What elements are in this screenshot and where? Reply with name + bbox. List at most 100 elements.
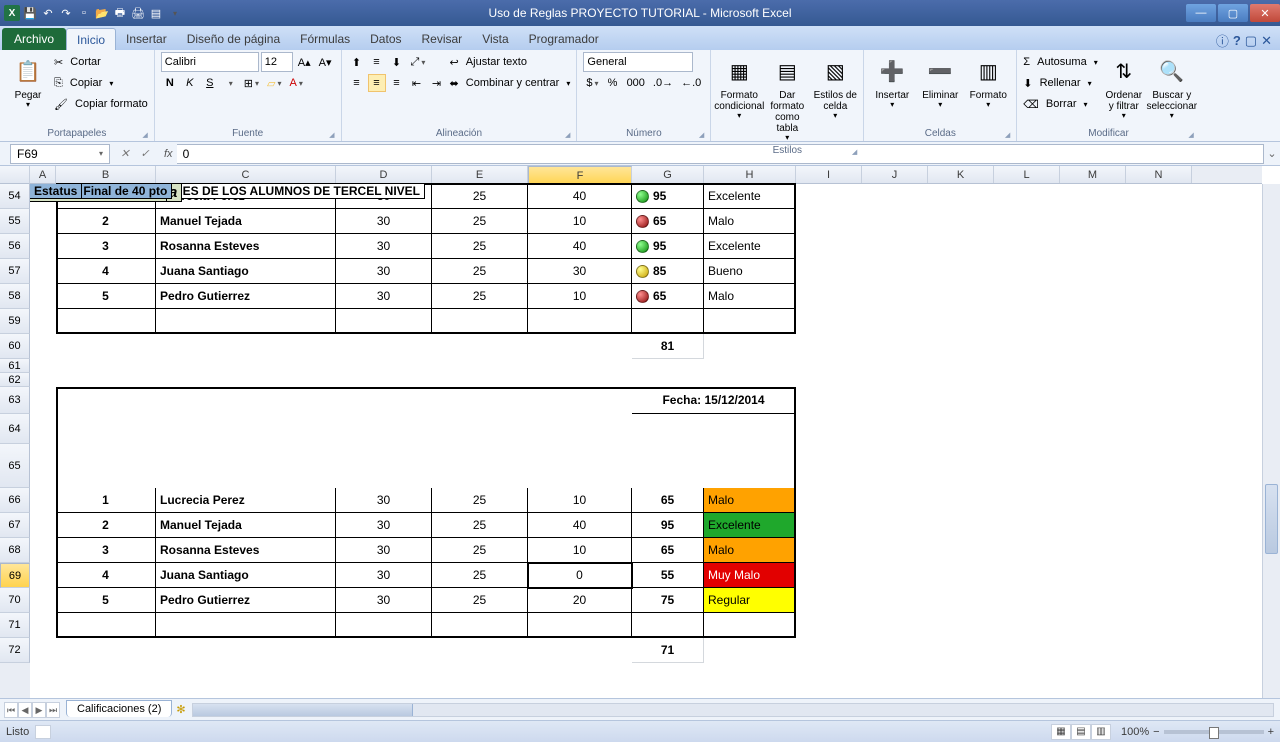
align-top-icon[interactable]: ⬆: [348, 53, 366, 71]
cell-styles-button[interactable]: ▧Estilos de celda▾: [813, 52, 857, 121]
table-cell[interactable]: 10: [528, 284, 632, 309]
table-cell[interactable]: [704, 309, 796, 334]
table-cell[interactable]: 85: [632, 259, 704, 284]
help-icon[interactable]: ?: [1233, 33, 1241, 48]
table-cell[interactable]: Excelente: [704, 234, 796, 259]
col-header-K[interactable]: K: [928, 166, 994, 183]
table-cell[interactable]: 2: [56, 209, 156, 234]
increase-indent-icon[interactable]: ⇥: [428, 74, 446, 92]
open-icon[interactable]: 📂: [94, 5, 110, 21]
wrap-text-button[interactable]: ↩ Ajustar texto: [450, 52, 571, 72]
table-cell[interactable]: 95: [632, 184, 704, 209]
align-center-icon[interactable]: ≡: [368, 74, 386, 92]
font-name-select[interactable]: [161, 52, 259, 72]
insert-cells-button[interactable]: ➕Insertar▾: [870, 52, 914, 110]
table-cell[interactable]: 65: [632, 488, 704, 513]
minimize-button[interactable]: —: [1186, 4, 1216, 22]
row-header-54[interactable]: 54: [0, 184, 30, 209]
copy-button[interactable]: ⎘ Copiar ▾: [54, 73, 148, 93]
macro-record-icon[interactable]: [35, 725, 51, 739]
minimize-ribbon-icon[interactable]: ⓘ: [1216, 31, 1229, 50]
table-cell[interactable]: 10: [528, 488, 632, 513]
total-avg[interactable]: 71: [632, 638, 704, 663]
table-cell[interactable]: 40: [528, 234, 632, 259]
redo-icon[interactable]: ↷: [58, 5, 74, 21]
table-cell[interactable]: 25: [432, 588, 528, 613]
maximize-button[interactable]: ▢: [1218, 4, 1248, 22]
table-cell[interactable]: Malo: [704, 284, 796, 309]
table-cell[interactable]: Rosanna Esteves: [156, 538, 336, 563]
close-workbook-icon[interactable]: ✕: [1261, 33, 1272, 49]
comma-icon[interactable]: 000: [624, 74, 648, 92]
column-headers[interactable]: ABCDEFGHIJKLMN: [30, 166, 1262, 184]
tab-programador[interactable]: Programador: [519, 28, 609, 50]
table-cell[interactable]: 25: [432, 563, 528, 588]
total-avg[interactable]: 81: [632, 334, 704, 359]
table-cell[interactable]: [432, 613, 528, 638]
table-cell[interactable]: 40: [528, 184, 632, 209]
table-cell[interactable]: 3: [56, 234, 156, 259]
table-cell[interactable]: [704, 613, 796, 638]
row-header-67[interactable]: 67: [0, 513, 30, 538]
table-cell[interactable]: [528, 613, 632, 638]
qat-customize-icon[interactable]: [166, 5, 182, 21]
col-header-D[interactable]: D: [336, 166, 432, 183]
row-header-57[interactable]: 57: [0, 259, 30, 284]
col-header-M[interactable]: M: [1060, 166, 1126, 183]
row-header-59[interactable]: 59: [0, 309, 30, 334]
percent-icon[interactable]: %: [604, 74, 622, 92]
next-sheet-icon[interactable]: ▶: [32, 702, 46, 718]
table-date[interactable]: Fecha: 15/12/2014: [632, 387, 796, 414]
row-header-55[interactable]: 55: [0, 209, 30, 234]
col-header-L[interactable]: L: [994, 166, 1060, 183]
row-header-58[interactable]: 58: [0, 284, 30, 309]
close-button[interactable]: ✕: [1250, 4, 1280, 22]
table-cell[interactable]: 25: [432, 184, 528, 209]
print-preview-icon[interactable]: 🖶: [112, 5, 128, 21]
orientation-icon[interactable]: ⤢: [408, 53, 429, 71]
table-cell[interactable]: Pedro Gutierrez: [156, 284, 336, 309]
quick-print-icon[interactable]: 🖨: [130, 5, 146, 21]
table-cell[interactable]: 10: [528, 209, 632, 234]
spreadsheet-grid[interactable]: ABCDEFGHIJKLMN 5455565758596061626364656…: [0, 166, 1280, 698]
table-cell[interactable]: 2: [56, 513, 156, 538]
font-size-select[interactable]: [261, 52, 293, 72]
page-layout-view-icon[interactable]: ▤: [1071, 724, 1091, 740]
bold-button[interactable]: N: [161, 74, 179, 92]
normal-view-icon[interactable]: ▦: [1051, 724, 1071, 740]
merge-center-button[interactable]: ⬌ Combinar y centrar ▾: [450, 73, 571, 93]
table-cell[interactable]: Manuel Tejada: [156, 209, 336, 234]
table-cell[interactable]: 40: [528, 513, 632, 538]
autosum-button[interactable]: Σ Autosuma ▾: [1023, 52, 1097, 72]
table-cell[interactable]: [632, 613, 704, 638]
table-cell[interactable]: Malo: [704, 209, 796, 234]
row-header-56[interactable]: 56: [0, 234, 30, 259]
table-cell[interactable]: 10: [528, 538, 632, 563]
first-sheet-icon[interactable]: ⏮: [4, 702, 18, 718]
scroll-thumb[interactable]: [1265, 484, 1278, 554]
row-header-71[interactable]: 71: [0, 613, 30, 638]
tab-insertar[interactable]: Insertar: [116, 28, 177, 50]
table-cell[interactable]: 25: [432, 284, 528, 309]
clear-button[interactable]: ⌫ Borrar ▾: [1023, 94, 1097, 114]
align-middle-icon[interactable]: ≡: [368, 53, 386, 71]
row-header-61[interactable]: 61: [0, 359, 30, 373]
row-header-68[interactable]: 68: [0, 538, 30, 563]
border-button[interactable]: ⊞: [241, 74, 262, 92]
table-cell[interactable]: 30: [336, 284, 432, 309]
table-cell[interactable]: [632, 309, 704, 334]
table-cell[interactable]: 30: [336, 209, 432, 234]
table-cell[interactable]: Lucrecia Perez: [156, 488, 336, 513]
fill-color-button[interactable]: ▱: [264, 74, 284, 92]
row-header-66[interactable]: 66: [0, 488, 30, 513]
table-cell[interactable]: Bueno: [704, 259, 796, 284]
table-cell[interactable]: 75: [632, 588, 704, 613]
format-table-button[interactable]: ▤Dar formato como tabla▾: [765, 52, 809, 143]
tab-formulas[interactable]: Fórmulas: [290, 28, 360, 50]
save-icon[interactable]: 💾: [22, 5, 38, 21]
align-bottom-icon[interactable]: ⬇: [388, 53, 406, 71]
table-cell[interactable]: Juana Santiago: [156, 259, 336, 284]
table-cell[interactable]: [56, 613, 156, 638]
table-cell[interactable]: 25: [432, 513, 528, 538]
undo-icon[interactable]: ↶: [40, 5, 56, 21]
